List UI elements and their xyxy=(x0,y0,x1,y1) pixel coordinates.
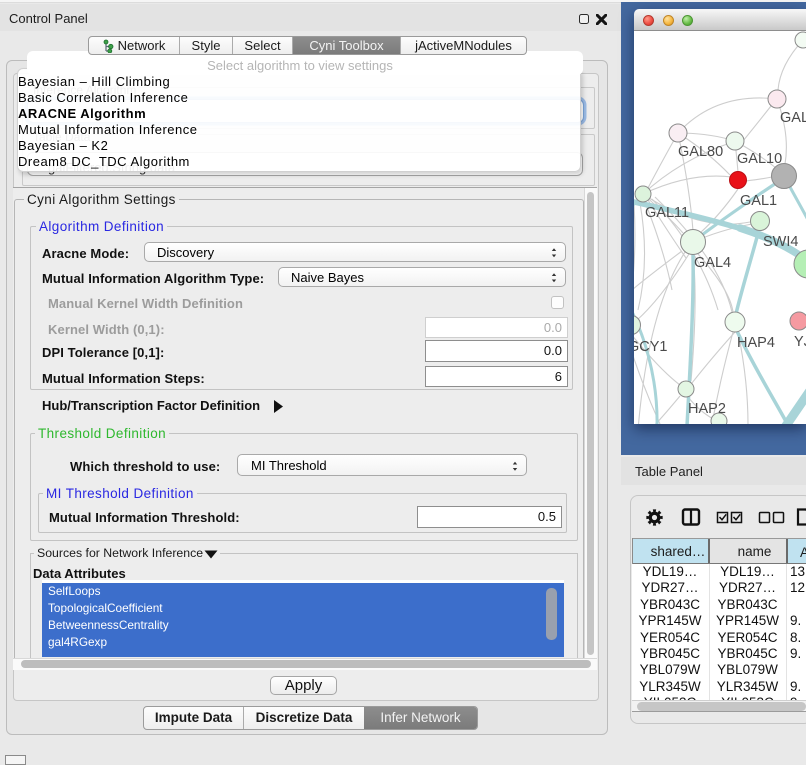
svg-text:SWI4: SWI4 xyxy=(763,234,798,250)
svg-text:YJ: YJ xyxy=(794,334,806,350)
svg-text:GAL10: GAL10 xyxy=(737,151,782,167)
svg-text:GAL1: GAL1 xyxy=(740,193,777,209)
svg-text:HAP2: HAP2 xyxy=(688,401,726,417)
svg-text:HAP4: HAP4 xyxy=(737,335,775,351)
svg-text:GCY1: GCY1 xyxy=(634,339,668,355)
svg-text:GAL80: GAL80 xyxy=(678,144,723,160)
svg-text:GAL11: GAL11 xyxy=(645,205,689,221)
svg-text:GAL4: GAL4 xyxy=(694,255,731,271)
svg-text:GAL2: GAL2 xyxy=(780,110,806,126)
